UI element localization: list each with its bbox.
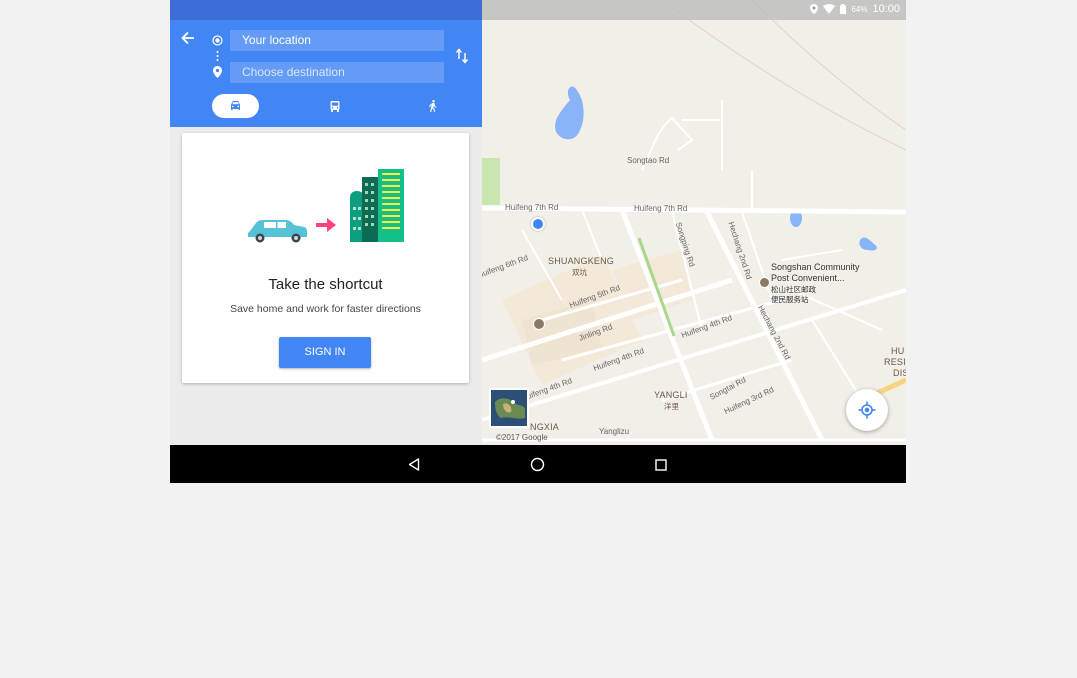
my-location-button[interactable] — [846, 389, 888, 431]
battery-icon — [840, 4, 847, 14]
poi-name-line2: Post Convenient... — [771, 273, 845, 283]
origin-icon — [212, 35, 223, 46]
mode-drive-button[interactable] — [212, 94, 259, 118]
satellite-icon — [491, 390, 527, 426]
origin-input[interactable]: Your location — [230, 30, 444, 51]
destination-pin-icon — [213, 66, 222, 78]
area-label-shuangkeng-cn: 双坑 — [572, 268, 587, 277]
recents-nav-icon[interactable] — [655, 459, 667, 471]
status-bar-left — [170, 0, 482, 20]
car-icon — [231, 101, 240, 110]
post-office-icon — [759, 277, 770, 288]
area-label-resi: RESI — [884, 357, 906, 367]
promo-card: Take the shortcut Save home and work for… — [182, 133, 469, 383]
area-label-shuangkeng: SHUANGKENG — [548, 256, 615, 266]
device-screen: Songtao Rd Huifeng 7th Rd Huifeng 7th Rd… — [170, 0, 906, 483]
road-label-songtao: Songtao Rd — [627, 156, 670, 165]
location-pin-icon — [810, 4, 819, 14]
area-label-yangli-cn: 洋里 — [664, 402, 679, 411]
battery-percent: 64% — [851, 4, 868, 14]
status-bar: 64% 10:00 — [482, 0, 906, 20]
crosshair-icon — [858, 401, 876, 419]
road-label-huifeng7-left: Huifeng 7th Rd — [505, 203, 559, 212]
wifi-icon — [823, 4, 836, 14]
road-label-yanglizu: Yanglizu — [599, 427, 630, 436]
post-office-icon[interactable] — [533, 318, 545, 330]
map-view[interactable]: Songtao Rd Huifeng 7th Rd Huifeng 7th Rd… — [482, 0, 906, 445]
shortcut-illustration — [248, 169, 404, 243]
map-copyright: ©2017 Google — [496, 433, 548, 442]
promo-title: Take the shortcut — [268, 276, 383, 293]
swap-icon[interactable] — [456, 48, 468, 64]
poi-name-line1: Songshan Community — [771, 262, 860, 272]
my-location-dot — [531, 217, 545, 231]
bus-icon — [330, 100, 340, 112]
sign-in-button[interactable]: SIGN IN — [279, 337, 371, 368]
route-dots-icon — [216, 51, 219, 61]
area-label-hu: HU — [891, 346, 905, 356]
mode-walk-button[interactable] — [418, 94, 448, 118]
mode-transit-button[interactable] — [320, 94, 350, 118]
promo-subtitle: Save home and work for faster directions — [230, 303, 421, 315]
poi-cn-line2: 便民服务站 — [771, 295, 809, 304]
road-label-huifeng7-right: Huifeng 7th Rd — [634, 204, 688, 213]
destination-input[interactable]: Choose destination — [230, 62, 444, 83]
area-label-ngxia: NGXIA — [530, 422, 560, 432]
area-label-yangli: YANGLI — [654, 390, 688, 400]
home-nav-icon[interactable] — [530, 457, 545, 472]
area-label-dis: DIS — [893, 368, 906, 378]
satellite-layer-thumbnail[interactable] — [489, 388, 529, 428]
map-graphics — [482, 0, 906, 445]
back-arrow-icon[interactable] — [181, 31, 195, 45]
clock: 10:00 — [872, 3, 900, 15]
walking-icon — [429, 100, 437, 112]
navigation-bar — [170, 445, 906, 483]
back-nav-icon[interactable] — [408, 458, 420, 471]
